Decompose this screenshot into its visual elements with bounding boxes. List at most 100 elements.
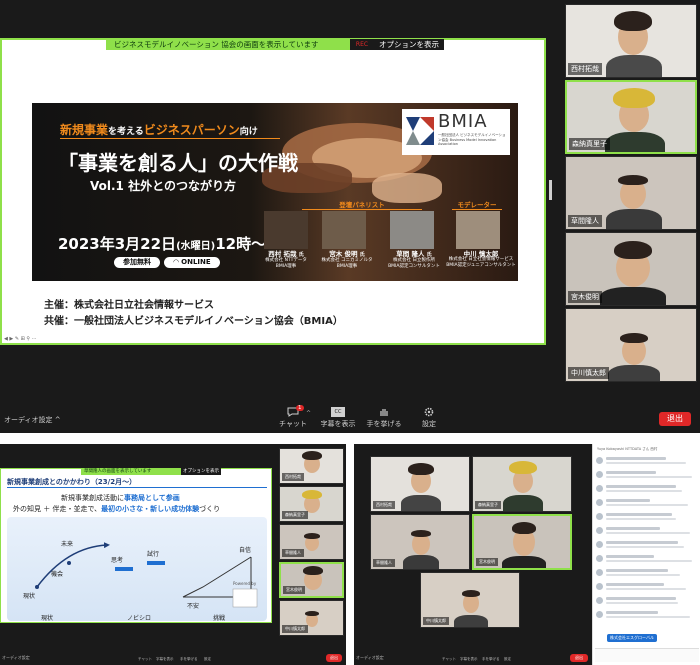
audio-settings-button[interactable]: オーディオ設定 ^ — [4, 415, 61, 425]
zoom-window-bottom-left: 草間隆人の画面を表示しています オプションを表示 新規事業創成とのかかわり（23… — [0, 444, 346, 665]
scroll-handle[interactable] — [549, 180, 552, 200]
slide-controls[interactable]: ◀ ▶ ✎ ⊞ ⚲ ··· — [4, 336, 44, 342]
participant-name: 森納真里子 — [475, 501, 501, 509]
participant-name: 森納真里子 — [282, 511, 308, 519]
speaker-photo — [264, 211, 308, 249]
toolbar-item-small[interactable]: チャット — [138, 657, 152, 662]
online-badge-label: ONLINE — [181, 258, 211, 266]
raise-hand-button[interactable]: 手を挙げる — [364, 407, 404, 429]
rec-indicator: REC — [350, 39, 374, 50]
chat-label: チャット — [279, 420, 307, 428]
leave-button[interactable]: 退出 — [659, 412, 691, 426]
chat-message — [596, 582, 696, 592]
participant-tile[interactable]: 草間隆人 — [370, 514, 470, 570]
chat-message — [596, 470, 696, 480]
participant-tile[interactable]: 西村拓哉 — [565, 4, 697, 78]
participant-name: 西村拓哉 — [282, 473, 304, 481]
toolbar-item-small[interactable]: 字幕を表示 — [156, 657, 174, 662]
participant-tile[interactable]: 中川慎太郎 — [279, 600, 344, 636]
free-badge-label: 参加無料 — [123, 258, 151, 266]
speaker-caption: 草間 隆人 氏 株式会社 日立製作所 BMIA認定コンサルタント — [378, 251, 450, 270]
speaker-photo — [456, 211, 500, 249]
chat-message — [596, 540, 696, 550]
participant-name: 中川慎太郎 — [423, 617, 449, 625]
toolbar-item-small[interactable]: チャット — [442, 657, 456, 662]
chat-footer-tag: 株式会社エスグローバル — [607, 634, 657, 642]
participant-tile[interactable]: 宮木俊明 — [472, 514, 572, 570]
participant-tile[interactable]: 森納真里子 — [279, 486, 344, 522]
participant-name: 宮木俊明 — [476, 558, 498, 566]
participant-tile[interactable]: 森納真里子 — [472, 456, 572, 512]
slide-line-2-a: 外の知見 ＋ 伴走・並走で、 — [13, 505, 102, 513]
speaker-photo — [390, 211, 434, 249]
speaker-name: 草間 隆人 — [396, 250, 425, 258]
meeting-toolbar-small: オーディオ設定 チャット 字幕を表示 手を挙げる 設定 退出 — [0, 651, 346, 665]
diagram-label: Powered by — [233, 581, 257, 586]
toolbar-item-small[interactable]: 手を挙げる — [482, 657, 500, 662]
audio-settings-small[interactable]: オーディオ設定 — [356, 655, 384, 661]
share-banner: ビジネスモデルイノベーション 協会の画面を表示しています — [106, 39, 360, 50]
participant-tile[interactable]: 宮木俊明 — [565, 232, 697, 306]
speaker-caption: 西村 拓哉 氏 株式会社 NTTデータ BMIA理事 — [254, 251, 318, 270]
participant-tile[interactable]: 中川慎太郎 — [420, 572, 520, 628]
speaker-photo — [322, 211, 366, 249]
zoom-window-main: ビジネスモデルイノベーション 協会の画面を表示しています REC オプションを表… — [0, 0, 700, 433]
window-gutter — [0, 433, 700, 444]
event-date: 2023年3月22日(水曜日)12時〜 — [58, 233, 266, 254]
participant-tile[interactable]: 西村拓哉 — [370, 456, 470, 512]
share-banner-small-text: 草間隆人の画面を表示しています — [84, 469, 152, 474]
options-button-small[interactable]: オプションを表示 — [181, 468, 221, 475]
chat-button[interactable]: チャット 1 — [276, 405, 310, 429]
bmia-logo: BMIA 一般社団法人 ビジネスモデルイノベーション協会 Business Mo… — [402, 109, 510, 155]
chat-message — [596, 512, 696, 522]
toolbar-item-small[interactable]: 字幕を表示 — [460, 657, 478, 662]
participant-tile[interactable]: 宮木俊明 — [279, 562, 344, 598]
participant-tile[interactable]: 西村拓哉 — [279, 448, 344, 484]
diagram-label: 現状 — [23, 593, 36, 600]
speaker-name: 西村 拓哉 — [268, 250, 297, 258]
zoom-window-bottom-right: 西村拓哉 森納真里子 草間隆人 宮木俊明 中川慎太郎 オーディオ設定 チャット … — [354, 444, 592, 665]
leave-label: 退出 — [667, 414, 683, 423]
participant-tile[interactable]: 森納真里子 — [565, 80, 697, 154]
diagram-label: 未来 — [61, 541, 74, 548]
audio-settings-label: オーディオ設定 — [4, 416, 53, 424]
wifi-icon: ◠ — [173, 258, 179, 266]
shared-screen: ビジネスモデルイノベーション 協会の画面を表示しています REC オプションを表… — [0, 38, 546, 345]
leave-button-small[interactable]: 退出 — [570, 654, 588, 662]
hand-icon — [378, 407, 390, 417]
options-button-small-label: オプションを表示 — [183, 469, 219, 474]
chat-options-chevron-icon[interactable]: ^ — [306, 410, 311, 417]
toolbar-item-small[interactable]: 設定 — [204, 657, 211, 662]
toolbar-item-small[interactable]: 設定 — [504, 657, 511, 662]
chat-message — [596, 456, 696, 466]
window-gutter — [346, 444, 354, 665]
cohost-line: 共催：一般社団法人ビジネスモデルイノベーション協会（BMIA） — [44, 316, 343, 327]
tagline-d: 向け — [239, 127, 258, 137]
participant-name: 中川慎太郎 — [568, 367, 609, 379]
participant-tile[interactable]: 草間隆人 — [565, 156, 697, 230]
chat-message — [596, 610, 696, 620]
slide-line-2: 外の知見 ＋ 伴走・並走で、最初の小さな・新しい成功体験づくり — [13, 504, 220, 514]
leave-button-small[interactable]: 退出 — [326, 654, 342, 662]
settings-button[interactable]: 設定 — [414, 407, 444, 429]
participant-tile[interactable]: 中川慎太郎 — [565, 308, 697, 382]
slide-heading-rule — [7, 487, 267, 488]
captions-button[interactable]: CC 字幕を表示 — [318, 407, 358, 429]
diagram-label: 不安 — [187, 603, 200, 610]
participant-tile[interactable]: 草間隆人 — [279, 524, 344, 560]
audio-settings-small[interactable]: オーディオ設定 — [2, 655, 30, 661]
diagram-footer: 現状 — [41, 615, 54, 622]
chat-input[interactable] — [595, 648, 699, 662]
speaker-caption: 宮木 俊明 氏 株式会社 コニカミノルタ BMIA理事 — [312, 251, 382, 270]
chat-header: Yuya Kobayashi NTTDATA さん 西村 — [597, 447, 658, 451]
event-date-main: 2023年3月22日 — [58, 235, 177, 253]
chat-message — [596, 554, 696, 564]
diagram-label: 思考 — [111, 557, 124, 564]
toolbar-item-small[interactable]: 手を挙げる — [180, 657, 198, 662]
options-button[interactable]: オプションを表示 — [374, 39, 444, 50]
cc-icon: CC — [331, 407, 345, 417]
bmia-logo-sub: 一般社団法人 ビジネスモデルイノベーション協会 Business Model I… — [438, 133, 506, 146]
speaker-role: BMIA理事 — [275, 264, 297, 269]
slide-line-2-c: づくり — [199, 505, 221, 513]
share-banner-text: ビジネスモデルイノベーション 協会の画面を表示しています — [114, 40, 319, 49]
